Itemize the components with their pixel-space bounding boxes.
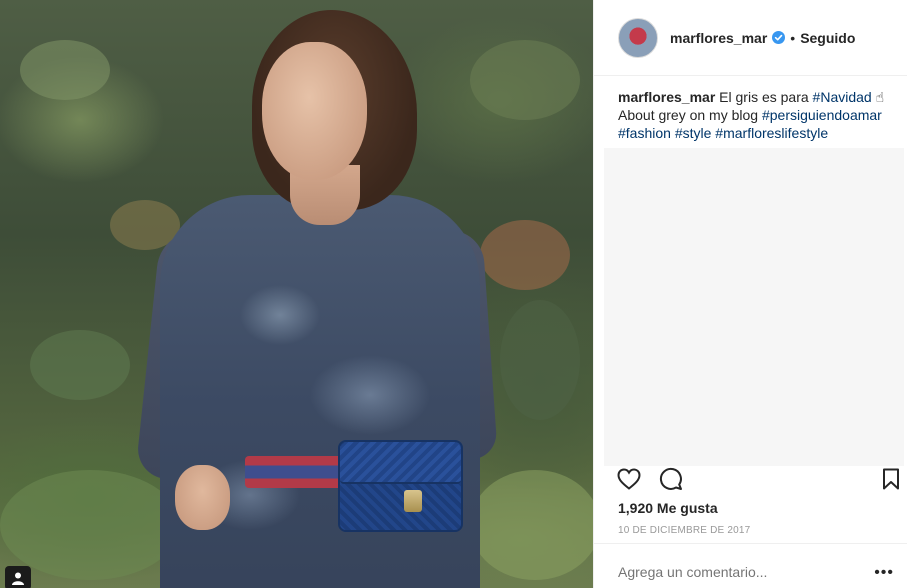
person-face xyxy=(262,42,367,180)
verified-badge-icon xyxy=(772,31,786,44)
post-sidebar: marflores_mar • Seguido marflores_mar El… xyxy=(593,0,907,588)
hashtag-style[interactable]: #style xyxy=(675,125,712,141)
foliage xyxy=(500,300,580,420)
person-hand xyxy=(175,465,230,530)
belt xyxy=(245,456,350,488)
caption-text-2: About grey on my blog xyxy=(618,107,762,123)
caption-text: El gris es para xyxy=(715,89,813,105)
comment-form: ••• xyxy=(594,543,907,588)
caption-username[interactable]: marflores_mar xyxy=(618,89,715,105)
belt-bag xyxy=(338,440,463,532)
pointing-up-emoji: ☝ xyxy=(875,89,885,105)
like-count[interactable]: 1,920 Me gusta xyxy=(618,500,718,516)
more-options-icon[interactable]: ••• xyxy=(874,564,894,582)
separator-dot: • xyxy=(790,29,796,46)
action-bar xyxy=(616,466,906,492)
comments-area xyxy=(604,148,904,466)
hashtag-fashion[interactable]: #fashion xyxy=(618,125,671,141)
hashtag-persiguiendoamar[interactable]: #persiguiendoamar xyxy=(762,107,882,123)
post-username[interactable]: marflores_mar xyxy=(670,30,767,46)
hashtag-marfloreslifestyle[interactable]: #marfloreslifestyle xyxy=(715,125,828,141)
padlock xyxy=(404,490,422,512)
foliage xyxy=(0,470,180,580)
foliage xyxy=(470,470,593,580)
user-tag-icon[interactable] xyxy=(5,566,31,588)
heart-icon[interactable] xyxy=(616,466,642,492)
following-button[interactable]: Seguido xyxy=(800,30,855,46)
post-caption: marflores_mar El gris es para #Navidad ☝… xyxy=(618,88,898,142)
bookmark-icon[interactable] xyxy=(878,466,904,492)
comment-input[interactable] xyxy=(618,564,848,580)
foliage xyxy=(30,330,130,400)
post-date[interactable]: 10 DE DICIEMBRE DE 2017 xyxy=(618,525,750,536)
bag-flap xyxy=(340,442,461,484)
post-header: marflores_mar • Seguido xyxy=(594,0,907,76)
comment-icon[interactable] xyxy=(658,466,684,492)
avatar[interactable] xyxy=(618,17,658,58)
foliage xyxy=(480,220,570,290)
foliage xyxy=(20,40,110,100)
hashtag-navidad[interactable]: #Navidad xyxy=(813,89,872,105)
post-photo[interactable] xyxy=(0,0,593,588)
foliage xyxy=(470,40,580,120)
